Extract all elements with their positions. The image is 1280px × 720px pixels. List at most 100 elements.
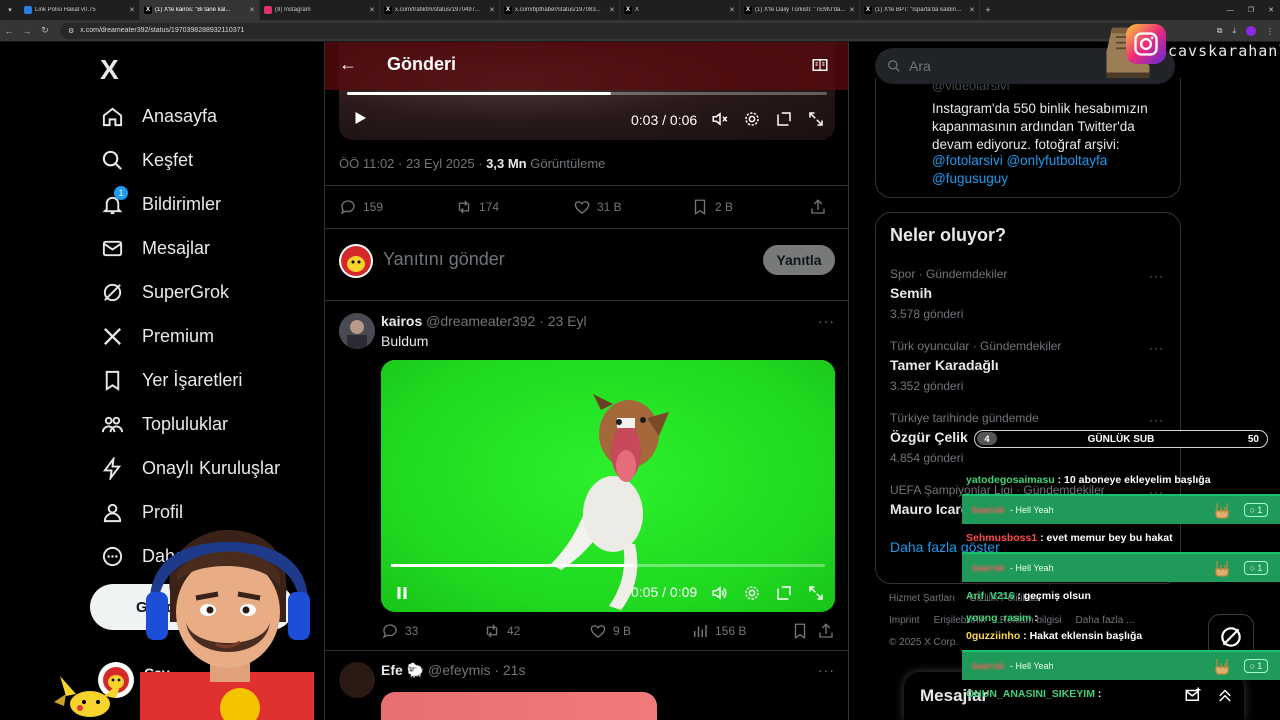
url-field[interactable]: ⚙ x.com/dreameater392/status/19703982889…: [60, 22, 1140, 39]
new-tab-button[interactable]: +: [980, 5, 996, 15]
reader-mode-icon[interactable]: [811, 56, 829, 74]
browser-tab[interactable]: X (1) X'te BPT: "Isparta'da kaldırı... ✕: [860, 0, 980, 20]
reply-tweet-actions: 33 42 9 B 156 B: [381, 622, 835, 640]
repost-action[interactable]: 174: [455, 198, 573, 216]
settings-gear-icon[interactable]: [743, 110, 761, 128]
sidebar-item-search[interactable]: Keşfet: [100, 138, 193, 182]
views-action[interactable]: 156 B: [691, 622, 791, 640]
more-dots-icon[interactable]: ···: [1149, 413, 1164, 427]
tab-favicon-icon: X: [744, 6, 752, 14]
browser-tab[interactable]: (9) Instagram ✕: [260, 0, 380, 20]
author-name[interactable]: kairos: [381, 313, 422, 329]
more-dots-icon[interactable]: ···: [1149, 269, 1164, 283]
volume-icon[interactable]: [711, 584, 729, 602]
pip-icon[interactable]: [775, 584, 793, 602]
reply-input[interactable]: Yanıtını gönder: [383, 249, 505, 270]
browser-tab[interactable]: X (1) X'te Daily Türkisti: "TEMU'da... ✕: [740, 0, 860, 20]
browser-tab[interactable]: X x.com/trafiktm/status/1970497... ✕: [380, 0, 500, 20]
browser-tab[interactable]: X X ✕: [620, 0, 740, 20]
reply-icon: [382, 624, 397, 639]
fullscreen-icon[interactable]: [807, 110, 825, 128]
tab-close-icon[interactable]: ✕: [969, 6, 975, 14]
sidebar-item-bookmark[interactable]: Yer İşaretleri: [100, 358, 242, 402]
instagram-icon: [1126, 24, 1166, 64]
footer-link[interactable]: © 2025 X Corp.: [889, 637, 958, 648]
bookmark-action[interactable]: [791, 622, 817, 640]
sidebar-item-communities[interactable]: Topluluklar: [100, 402, 228, 446]
trend-item[interactable]: Spor · Gündemdekiler Semih 3.578 gönderi…: [890, 267, 1170, 321]
sidebar-item-bell[interactable]: 1 Bildirimler: [100, 182, 221, 226]
tab-close-icon[interactable]: ✕: [249, 6, 255, 14]
sidebar-item-lightning[interactable]: Onaylı Kuruluşlar: [100, 446, 280, 490]
chat-text: : geçmiş olsun: [1014, 590, 1091, 602]
like-action[interactable]: 31 B: [573, 198, 691, 216]
tweet-text: Buldum: [381, 333, 429, 349]
repost-action[interactable]: 42: [483, 622, 589, 640]
minimize-icon[interactable]: —: [1227, 7, 1234, 14]
more-dots-icon[interactable]: ···: [1149, 341, 1164, 355]
trend-context: Türk oyuncular · Gündemdekiler: [890, 339, 1062, 353]
settings-gear-icon[interactable]: [743, 584, 761, 602]
mute-icon[interactable]: [711, 110, 729, 128]
trend-item[interactable]: Türk oyuncular · Gündemdekiler Tamer Kar…: [890, 339, 1170, 393]
sub-goal-label: GÜNLÜK SUB: [1087, 433, 1155, 445]
sidebar-item-label: Keşfet: [142, 149, 194, 170]
tab-close-icon[interactable]: ✕: [609, 6, 615, 14]
video-progress-bar[interactable]: [391, 564, 825, 567]
tab-search-icon[interactable]: ▾: [0, 0, 20, 20]
back-nav-icon[interactable]: ←: [0, 26, 18, 36]
sidebar-item-grok[interactable]: SuperGrok: [100, 270, 229, 314]
close-window-icon[interactable]: ✕: [1268, 6, 1274, 14]
reload-icon[interactable]: ↻: [36, 25, 54, 36]
fullscreen-icon[interactable]: [807, 584, 825, 602]
dog-image: [551, 394, 669, 610]
trend-count: 3.578 gönderi: [890, 307, 964, 321]
instagram-overlay: cavskarahanli: [1098, 20, 1280, 82]
repost-count: 174: [479, 200, 500, 214]
tab-close-icon[interactable]: ✕: [849, 6, 855, 14]
share-action[interactable]: [809, 198, 827, 216]
green-screen-video[interactable]: 0:05 / 0:09: [381, 360, 835, 612]
tab-close-icon[interactable]: ✕: [729, 6, 735, 14]
avatar[interactable]: [339, 313, 375, 349]
bookmark-action[interactable]: 2 B: [691, 198, 809, 216]
more-dots-icon[interactable]: ···: [818, 313, 835, 329]
reply-button[interactable]: Yanıtla: [763, 245, 835, 275]
share-action[interactable]: [817, 622, 835, 640]
back-arrow-icon[interactable]: ←: [339, 54, 357, 75]
forward-nav-icon[interactable]: →: [18, 26, 36, 36]
reply-action[interactable]: 33: [381, 622, 483, 640]
home-icon: [100, 104, 124, 128]
search-input[interactable]: [909, 58, 1109, 74]
tab-close-icon[interactable]: ✕: [489, 6, 495, 14]
sidebar-item-mail[interactable]: Mesajlar: [100, 226, 210, 270]
browser-tab[interactable]: Link Polisi Hakat v0.75 ✕: [20, 0, 140, 20]
site-info-icon[interactable]: ⚙: [68, 27, 74, 35]
sidebar-item-home[interactable]: Anasayfa: [100, 94, 217, 138]
like-count: 31 B: [597, 200, 622, 214]
trend-count: 4.854 gönderi: [890, 451, 964, 465]
browser-tab[interactable]: X x.com/bpthaber/status/197083... ✕: [500, 0, 620, 20]
view-count: 3,3 Mn: [486, 156, 527, 171]
footer-link[interactable]: Imprint: [889, 615, 920, 626]
tweet-media-preview[interactable]: [381, 692, 657, 720]
footer-link[interactable]: Hizmet Şartları: [889, 593, 955, 604]
restore-icon[interactable]: ❐: [1248, 6, 1254, 14]
author-name[interactable]: Efe 🐑: [381, 662, 424, 678]
video-progress-bar[interactable]: [347, 92, 827, 95]
tab-close-icon[interactable]: ✕: [369, 6, 375, 14]
browser-tab[interactable]: X (1) X'te kairos: "Bi tane kal... ✕: [140, 0, 260, 20]
bio-links[interactable]: @fotolarsivi @onlyfutboltayfa @fugusuguy: [932, 152, 1168, 188]
like-action[interactable]: 9 B: [589, 622, 691, 640]
pip-icon[interactable]: [775, 110, 793, 128]
stream-chat: yatodegosaimasu : 10 aboneye ekleyelim b…: [962, 466, 1280, 720]
play-icon[interactable]: [351, 109, 369, 127]
avatar[interactable]: [339, 662, 375, 698]
tab-close-icon[interactable]: ✕: [129, 6, 135, 14]
alert-count: 1: [1257, 661, 1263, 671]
x-logo-icon[interactable]: X: [100, 54, 119, 86]
pause-icon[interactable]: [393, 584, 411, 602]
reply-action[interactable]: 159: [339, 198, 455, 216]
sidebar-item-x-premium[interactable]: Premium: [100, 314, 214, 358]
more-dots-icon[interactable]: ···: [818, 662, 835, 678]
